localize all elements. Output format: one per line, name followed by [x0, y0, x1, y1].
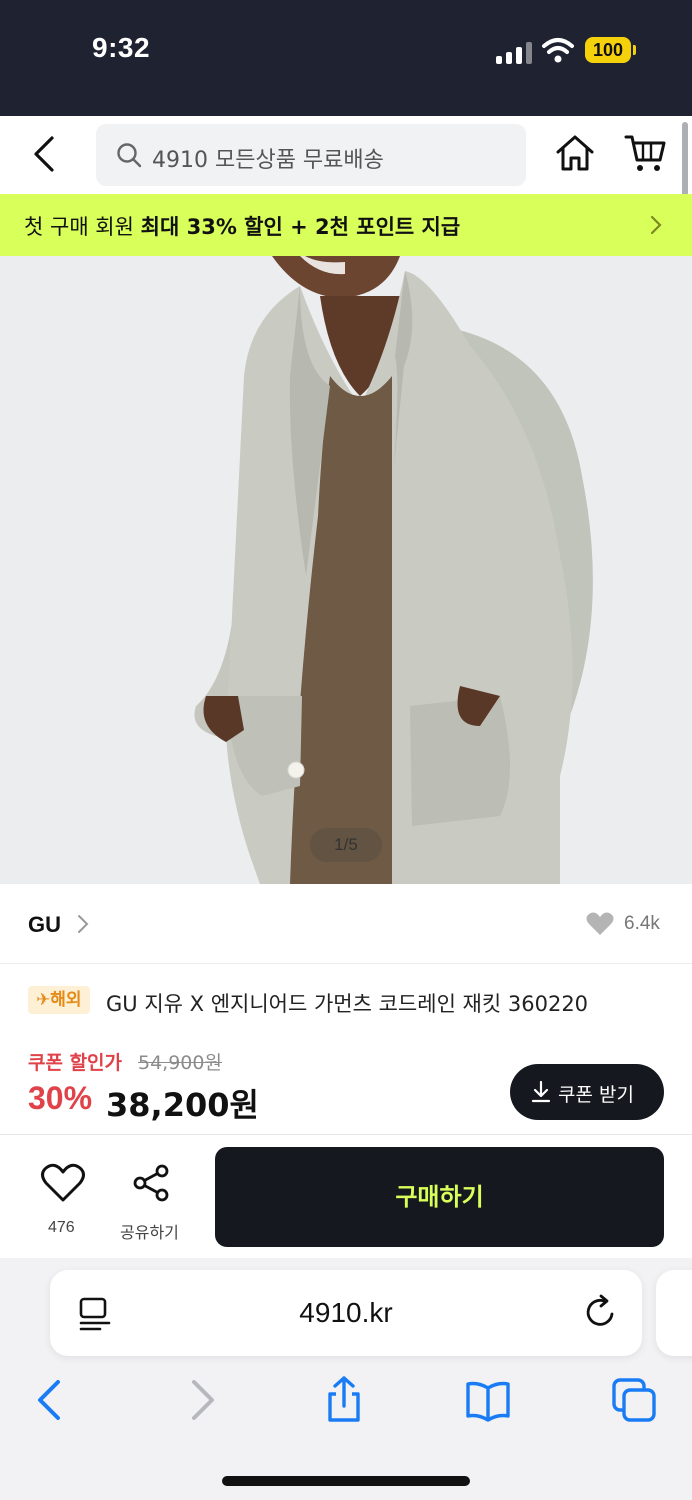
product-image[interactable]: 1/5: [0, 256, 692, 884]
share-label: 공유하기: [120, 1223, 179, 1242]
cellular-signal-icon: [496, 40, 532, 64]
tabs-icon[interactable]: [610, 1376, 658, 1424]
product-photo: [0, 256, 692, 884]
heart-icon[interactable]: [586, 912, 614, 936]
cart-icon[interactable]: [624, 132, 668, 174]
browser-share-icon[interactable]: [320, 1376, 368, 1424]
search-input[interactable]: 4910 모든상품 무료배송: [96, 124, 526, 186]
chevron-right-icon: [650, 215, 662, 235]
promo-banner[interactable]: 첫 구매 회원 최대 33% 할인 + 2천 포인트 지급: [0, 194, 692, 256]
battery-indicator: 100: [585, 37, 636, 63]
address-bar[interactable]: 4910.kr: [50, 1270, 642, 1356]
reload-icon[interactable]: [584, 1294, 618, 1330]
bookmarks-icon[interactable]: [464, 1376, 512, 1424]
sale-price: 38,200원: [106, 1086, 259, 1124]
get-coupon-button[interactable]: 쿠폰 받기: [510, 1064, 664, 1120]
status-time: 9:32: [92, 32, 151, 63]
like-count: 6.4k: [624, 913, 660, 934]
browser-toolbar: 4910.kr: [0, 1258, 692, 1500]
image-counter: 1/5: [310, 828, 382, 862]
overseas-badge: ✈해외: [28, 986, 90, 1014]
wish-count: 476: [48, 1219, 75, 1236]
share-icon[interactable]: [132, 1163, 172, 1203]
discount-rate: 30%: [28, 1080, 93, 1116]
promo-text: 첫 구매 회원 최대 33% 할인 + 2천 포인트 지급: [24, 215, 461, 239]
wifi-icon: [542, 38, 574, 63]
purchase-action-bar: 476 공유하기 구매하기: [0, 1134, 692, 1258]
buy-button[interactable]: 구매하기: [215, 1147, 664, 1247]
browser-forward-icon[interactable]: [178, 1376, 226, 1424]
chevron-right-icon: [78, 915, 89, 933]
original-price: 54,900원: [138, 1052, 222, 1074]
browser-back-icon[interactable]: [28, 1376, 76, 1424]
search-icon: [117, 143, 142, 168]
search-placeholder: 4910 모든상품 무료배송: [152, 148, 384, 173]
get-coupon-label: 쿠폰 받기: [558, 1084, 634, 1106]
home-indicator[interactable]: [222, 1476, 470, 1486]
home-icon[interactable]: [554, 132, 596, 174]
back-arrow-icon[interactable]: [26, 134, 66, 174]
download-icon: [531, 1080, 551, 1103]
brand-name[interactable]: GU: [28, 912, 61, 938]
app-header: 4910 모든상품 무료배송: [0, 116, 692, 194]
coupon-price-label: 쿠폰 할인가: [28, 1052, 123, 1074]
brand-row[interactable]: GU 6.4k: [0, 884, 692, 964]
product-title: GU 지유 X 엔지니어드 가먼츠 코드레인 재킷 360220: [106, 992, 589, 1016]
heart-outline-icon[interactable]: [40, 1163, 86, 1203]
next-tab-peek[interactable]: [656, 1270, 692, 1356]
status-bar: 9:32 100: [0, 0, 692, 116]
url-text: 4910.kr: [299, 1297, 393, 1328]
